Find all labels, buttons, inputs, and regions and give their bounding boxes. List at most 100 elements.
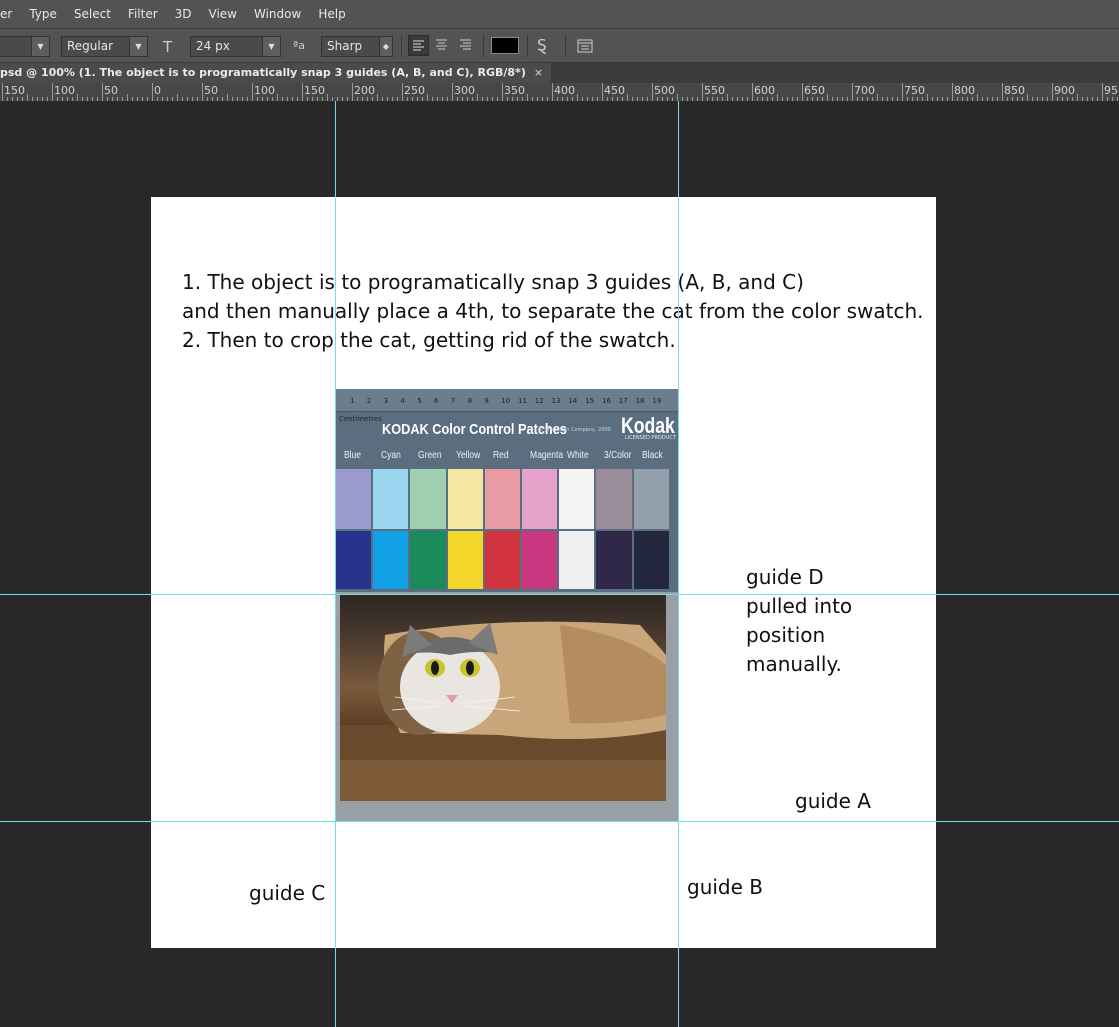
options-bar: ▼ Regular ▼ T 24 px ▼ ªa Sharp ◆ Ȿ xyxy=(0,28,1119,63)
ruler-label: 150 xyxy=(304,84,325,97)
menu-item-type[interactable]: Type xyxy=(29,7,57,21)
ruler-minor-tick xyxy=(907,97,908,101)
swatch-patch-dark xyxy=(484,531,520,589)
ruler-minor-tick xyxy=(862,97,863,101)
ruler-minor-tick xyxy=(1012,97,1013,101)
ruler-minor-tick xyxy=(647,97,648,101)
swatch-color-name: 3/Color xyxy=(604,450,632,461)
align-center-button[interactable] xyxy=(432,35,453,56)
ruler-minor-tick xyxy=(262,97,263,101)
ruler-minor-tick xyxy=(922,97,923,101)
ruler-minor-tick xyxy=(367,97,368,101)
ruler-minor-tick xyxy=(327,94,328,101)
ruler-major-tick xyxy=(952,83,953,101)
menu-item-view[interactable]: View xyxy=(209,7,237,21)
ruler-minor-tick xyxy=(762,97,763,101)
ruler-minor-tick xyxy=(1032,97,1033,101)
ruler-minor-tick xyxy=(192,97,193,101)
align-right-icon xyxy=(460,39,471,50)
ruler-label: 750 xyxy=(904,84,925,97)
ruler-minor-tick xyxy=(472,97,473,101)
ruler-minor-tick xyxy=(322,97,323,101)
ruler-label: 850 xyxy=(1004,84,1025,97)
ruler-minor-tick xyxy=(347,97,348,101)
ruler-major-tick xyxy=(352,83,353,101)
ruler-minor-tick xyxy=(527,94,528,101)
ruler-minor-tick xyxy=(997,97,998,101)
swatch-ruler-number: 18 xyxy=(635,397,645,405)
ruler-minor-tick xyxy=(92,97,93,101)
chevron-down-icon: ▼ xyxy=(262,37,280,56)
character-panel-button[interactable] xyxy=(576,37,594,59)
ruler-minor-tick xyxy=(867,97,868,101)
antialias-dropdown[interactable]: Sharp ◆ xyxy=(321,36,393,57)
ruler-minor-tick xyxy=(212,97,213,101)
ruler-minor-tick xyxy=(187,97,188,101)
ruler-major-tick xyxy=(402,83,403,101)
menu-item-select[interactable]: Select xyxy=(74,7,111,21)
text-color-swatch[interactable] xyxy=(491,37,519,54)
ruler-minor-tick xyxy=(1072,97,1073,101)
ruler-label: 700 xyxy=(854,84,875,97)
font-size-dropdown[interactable]: 24 px ▼ xyxy=(190,36,281,57)
ruler-minor-tick xyxy=(857,97,858,101)
ruler-major-tick xyxy=(302,83,303,101)
ruler-minor-tick xyxy=(557,97,558,101)
ruler-minor-tick xyxy=(637,97,638,101)
ruler-minor-tick xyxy=(982,97,983,101)
swatch-ruler-number: 7 xyxy=(450,397,456,405)
ruler-minor-tick xyxy=(707,97,708,101)
ruler-minor-tick xyxy=(782,97,783,101)
ruler-minor-tick xyxy=(522,97,523,101)
ruler-minor-tick xyxy=(822,97,823,101)
kodak-color-swatch: 1 2 3 4 5 6 7 8 9 10 11 12 13 14 15 16 17 18 19 Centimetre… xyxy=(335,389,678,592)
close-icon[interactable]: × xyxy=(534,66,543,79)
ruler-minor-tick xyxy=(112,97,113,101)
ruler-minor-tick xyxy=(622,97,623,101)
ruler-label: 500 xyxy=(654,84,675,97)
ruler-minor-tick xyxy=(167,97,168,101)
ruler-minor-tick xyxy=(387,97,388,101)
menu-item-help[interactable]: Help xyxy=(318,7,345,21)
ruler-minor-tick xyxy=(517,97,518,101)
divider xyxy=(483,35,484,57)
font-style-dropdown[interactable]: Regular ▼ xyxy=(61,36,148,57)
ruler-minor-tick xyxy=(377,94,378,101)
menu-item-window[interactable]: Window xyxy=(254,7,301,21)
ruler-minor-tick xyxy=(57,97,58,101)
ruler-minor-tick xyxy=(987,97,988,101)
guide-a[interactable] xyxy=(0,821,1119,822)
document-tab[interactable]: psd @ 100% (1. The object is to programa… xyxy=(0,63,552,83)
ruler-minor-tick xyxy=(492,97,493,101)
ruler-minor-tick xyxy=(7,97,8,101)
warp-text-icon[interactable]: Ȿ xyxy=(537,36,547,54)
ruler-minor-tick xyxy=(372,97,373,101)
guide-d[interactable] xyxy=(0,594,1119,595)
ruler-minor-tick xyxy=(847,97,848,101)
ruler-minor-tick xyxy=(172,97,173,101)
font-family-dropdown[interactable]: ▼ xyxy=(0,36,50,57)
pasted-image[interactable]: 1 2 3 4 5 6 7 8 9 10 11 12 13 14 15 16 17 18 19 Centimetre… xyxy=(335,389,678,821)
ruler-minor-tick xyxy=(947,97,948,101)
ruler-minor-tick xyxy=(1022,97,1023,101)
ruler-major-tick xyxy=(702,83,703,101)
ruler-label: 200 xyxy=(354,84,375,97)
ruler-minor-tick xyxy=(632,97,633,101)
guide-c[interactable] xyxy=(335,101,336,1027)
menu-item-layer[interactable]: er xyxy=(0,7,12,21)
menu-item-filter[interactable]: Filter xyxy=(128,7,158,21)
ruler-minor-tick xyxy=(587,97,588,101)
align-right-button[interactable] xyxy=(456,35,477,56)
horizontal-ruler[interactable]: 150 100 50 0 50 100 150 200 250 300 350 400 450 500 55… xyxy=(0,83,1119,102)
ruler-minor-tick xyxy=(1087,97,1088,101)
ruler-minor-tick xyxy=(957,97,958,101)
menu-item-3d[interactable]: 3D xyxy=(175,7,192,21)
guide-b[interactable] xyxy=(678,101,679,1027)
swatch-patch-dark xyxy=(410,531,446,589)
ruler-minor-tick xyxy=(567,97,568,101)
ruler-minor-tick xyxy=(672,97,673,101)
ruler-minor-tick xyxy=(717,97,718,101)
ruler-major-tick xyxy=(52,83,53,101)
align-left-button[interactable] xyxy=(408,35,429,56)
ruler-minor-tick xyxy=(257,97,258,101)
